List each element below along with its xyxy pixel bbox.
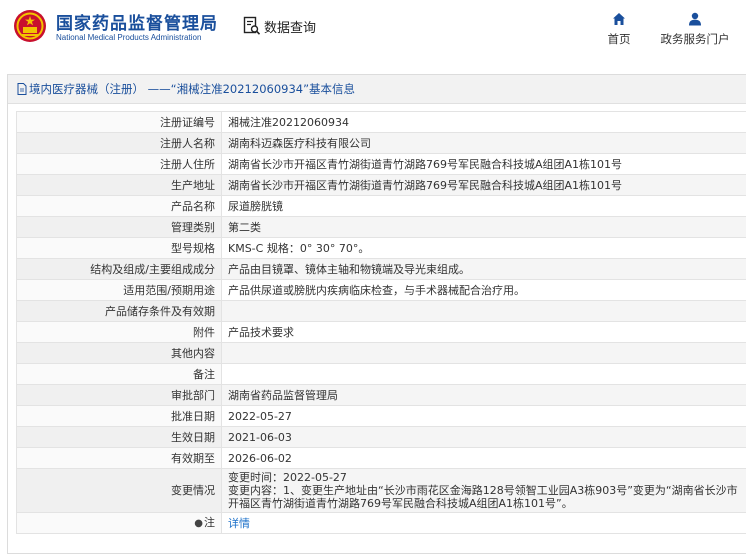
row-label: 其他内容: [17, 343, 222, 364]
nav-home-label: 首页: [608, 31, 631, 47]
info-table: 注册证编号湘械注准20212060934 注册人名称湖南科迈森医疗科技有限公司 …: [16, 111, 746, 534]
row-label: 注册人住所: [17, 154, 222, 175]
site-header: 国家药品监督管理局 National Medical Products Admi…: [0, 0, 746, 58]
row-label: 结构及组成/主要组成成分: [17, 259, 222, 280]
row-value: 尿道膀胱镜: [222, 196, 746, 217]
nav-home[interactable]: 首页: [604, 12, 634, 47]
change-time: 变更时间：2022-05-27: [228, 471, 347, 484]
table-row: 型号规格KMS-C 规格：0° 30° 70°。: [17, 238, 746, 259]
row-label: 产品名称: [17, 196, 222, 217]
note-label-cell: ●注: [17, 513, 222, 534]
table-row: 注册人住所湖南省长沙市开福区青竹湖街道青竹湖路769号军民融合科技城A组团A1栋…: [17, 154, 746, 175]
nav-service-portal[interactable]: 政务服务门户: [656, 12, 734, 47]
row-value: 产品由目镜罩、镜体主轴和物镜端及导光束组成。: [222, 259, 746, 280]
row-value: 产品技术要求: [222, 322, 746, 343]
row-value: [222, 343, 746, 364]
note-value: 详情: [222, 513, 746, 534]
detail-link[interactable]: 详情: [228, 517, 250, 530]
row-label: 备注: [17, 364, 222, 385]
table-row: 结构及组成/主要组成成分产品由目镜罩、镜体主轴和物镜端及导光束组成。: [17, 259, 746, 280]
panel-title-text: 境内医疗器械（注册） ——“湘械注准20212060934”基本信息: [29, 81, 355, 97]
lightbulb-icon: ●: [194, 517, 203, 530]
table-row: 生产地址湖南省长沙市开福区青竹湖街道青竹湖路769号军民融合科技城A组团A1栋1…: [17, 175, 746, 196]
row-label: 注册证编号: [17, 112, 222, 133]
table-row: 其他内容: [17, 343, 746, 364]
data-query-label: 数据查询: [264, 17, 316, 36]
change-content: 变更时间：2022-05-27 变更内容：1、变更生产地址由“长沙市雨花区金海路…: [228, 469, 746, 512]
row-label: 审批部门: [17, 385, 222, 406]
row-label: 型号规格: [17, 238, 222, 259]
home-icon: [612, 12, 626, 26]
table-row: 附件产品技术要求: [17, 322, 746, 343]
row-label: 注册人名称: [17, 133, 222, 154]
row-value: 湖南科迈森医疗科技有限公司: [222, 133, 746, 154]
table-row: 管理类别第二类: [17, 217, 746, 238]
row-label: 有效期至: [17, 448, 222, 469]
row-value: 2026-06-02: [222, 448, 746, 469]
search-document-icon: [243, 16, 261, 36]
national-emblem-icon: [13, 9, 47, 43]
row-label: 批准日期: [17, 406, 222, 427]
document-icon: [17, 83, 27, 95]
table-row: 注册证编号湘械注准20212060934: [17, 112, 746, 133]
panel-title: 境内医疗器械（注册） ——“湘械注准20212060934”基本信息: [8, 75, 746, 104]
row-label: 生效日期: [17, 427, 222, 448]
table-row: 审批部门湖南省药品监督管理局: [17, 385, 746, 406]
row-value: [222, 301, 746, 322]
row-value: KMS-C 规格：0° 30° 70°。: [222, 238, 746, 259]
row-value: 湘械注准20212060934: [222, 112, 746, 133]
row-value: 2022-05-27: [222, 406, 746, 427]
note-label: 注: [204, 516, 215, 529]
change-value: 变更时间：2022-05-27 变更内容：1、变更生产地址由“长沙市雨花区金海路…: [222, 469, 746, 513]
row-value: 产品供尿道或膀胱内疾病临床检查，与手术器械配合治疗用。: [222, 280, 746, 301]
table-row-change: 变更情况 变更时间：2022-05-27 变更内容：1、变更生产地址由“长沙市雨…: [17, 469, 746, 513]
row-label: 适用范围/预期用途: [17, 280, 222, 301]
change-label: 变更情况: [17, 469, 222, 513]
detail-panel: 境内医疗器械（注册） ——“湘械注准20212060934”基本信息 注册证编号…: [7, 74, 746, 554]
row-value: 湖南省长沙市开福区青竹湖街道青竹湖路769号军民融合科技城A组团A1栋101号: [222, 154, 746, 175]
table-row: 产品名称尿道膀胱镜: [17, 196, 746, 217]
table-row: 适用范围/预期用途产品供尿道或膀胱内疾病临床检查，与手术器械配合治疗用。: [17, 280, 746, 301]
row-label: 管理类别: [17, 217, 222, 238]
row-label: 生产地址: [17, 175, 222, 196]
data-query-link[interactable]: 数据查询: [243, 16, 316, 36]
row-value: [222, 364, 746, 385]
table-row-note: ●注 详情: [17, 513, 746, 534]
table-row: 生效日期2021-06-03: [17, 427, 746, 448]
table-row: 批准日期2022-05-27: [17, 406, 746, 427]
row-value: 湖南省长沙市开福区青竹湖街道青竹湖路769号军民融合科技城A组团A1栋101号: [222, 175, 746, 196]
site-name: 国家药品监督管理局: [56, 9, 218, 34]
row-value: 湖南省药品监督管理局: [222, 385, 746, 406]
row-label: 产品储存条件及有效期: [17, 301, 222, 322]
table-row: 备注: [17, 364, 746, 385]
row-label: 附件: [17, 322, 222, 343]
user-icon: [688, 12, 702, 26]
change-detail: 变更内容：1、变更生产地址由“长沙市雨花区金海路128号领智工业园A3栋903号…: [228, 484, 738, 510]
row-value: 第二类: [222, 217, 746, 238]
site-name-en: National Medical Products Administration: [56, 33, 201, 42]
table-row: 产品储存条件及有效期: [17, 301, 746, 322]
table-row: 有效期至2026-06-02: [17, 448, 746, 469]
table-row: 注册人名称湖南科迈森医疗科技有限公司: [17, 133, 746, 154]
nav-service-portal-label: 政务服务门户: [661, 31, 730, 47]
row-value: 2021-06-03: [222, 427, 746, 448]
